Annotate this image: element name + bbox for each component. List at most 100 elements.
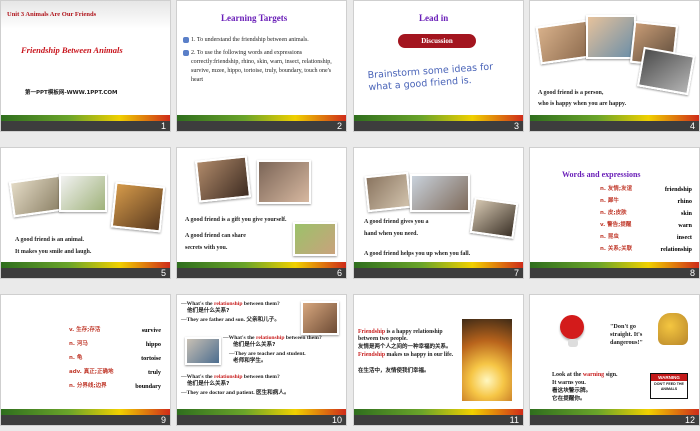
tiger-photo (110, 181, 166, 233)
slide-7[interactable]: A good friend gives you a hand when you … (354, 148, 523, 278)
friendship-sentence-1-zh: 友情是两个人之间的一种幸福的关系。 (358, 344, 452, 350)
slide-line-1: A good friend is a gift you give yoursel… (185, 217, 287, 223)
slide-line-2: hand when you need. (364, 231, 419, 237)
slide-1[interactable]: Unit 3 Animals Are Our Friends Friendshi… (1, 1, 170, 131)
warning-line-4: 它在提醒你。 (552, 396, 586, 402)
word-zh: n. 关系;关联 (600, 246, 633, 252)
slide-line-2: A good friend can share (185, 233, 246, 239)
slide-footer-bar: 5 (1, 268, 170, 278)
slide-footer-bar: 4 (530, 121, 699, 131)
slide-10[interactable]: —What's the relationship between them? 他… (177, 295, 346, 425)
slide-footer-bar: 12 (530, 415, 699, 425)
slide-footer-watermark: 第一PPT模板网-WWW.1PPT.COM (25, 90, 118, 96)
friends-photo (257, 160, 311, 204)
answer-3: —They are doctor and patient. 医生和病人。 (181, 390, 290, 396)
brainstorm-prompt: Brainstorm some ideas for what a good fr… (367, 61, 494, 94)
slide-footer-bar: 11 (354, 415, 523, 425)
slide-title: Friendship Between Animals (21, 45, 123, 55)
slide-number: 9 (160, 415, 166, 425)
slide-number: 1 (160, 121, 166, 131)
slide-line-3: A good friend helps you up when you fall… (364, 251, 471, 257)
target-point-1: 1. To understand the friendship between … (191, 37, 309, 43)
slide-footer-bar: 10 (177, 415, 346, 425)
target-point-2: 2. To use the following words and expres… (191, 50, 332, 83)
question-3-zh: 他们是什么关系? (187, 381, 230, 387)
slide-number: 7 (513, 268, 519, 278)
answer-2: —They are teacher and student. (229, 351, 306, 357)
slide-footer-bar: 3 (354, 121, 523, 131)
slide-footer-bar: 2 (177, 121, 346, 131)
slide-3[interactable]: Lead in Discussion Brainstorm some ideas… (354, 1, 523, 131)
question-3: —What's the relationship between them? (181, 374, 280, 380)
question-1-zh: 他们是什么关系? (187, 308, 230, 314)
dog-cat-photo (8, 174, 66, 218)
word-zh: n. 河马 (69, 341, 88, 347)
slide-number: 8 (689, 268, 695, 278)
slide-line-1: A good friend is a person, (538, 90, 604, 96)
slide-number: 4 (689, 121, 695, 131)
slide-5[interactable]: A good friend is an animal. It makes you… (1, 148, 170, 278)
answer-2-zh: 老师和学生。 (233, 358, 267, 364)
warning-line-2: It warns you. (552, 380, 586, 386)
sunset-friends-photo (462, 319, 512, 401)
slide-number: 5 (160, 268, 166, 278)
slide-number: 6 (336, 268, 342, 278)
slide-title: Lead in (419, 13, 449, 23)
slide-title: Learning Targets (221, 13, 288, 23)
slide-line-3: secrets with you. (185, 245, 228, 251)
slide-number: 10 (331, 415, 342, 425)
megaphone-icon (658, 313, 688, 345)
slide-title: Words and expressions (562, 170, 641, 179)
slide-subtitle: Unit 3 Animals Are Our Friends (7, 11, 97, 18)
warning-quote: "Don't go straight. It's dangerous!" (610, 323, 643, 346)
slide-number: 12 (684, 415, 695, 425)
slide-footer-bar: 9 (1, 415, 170, 425)
slide-number: 11 (509, 415, 519, 425)
couple-photo (194, 155, 252, 203)
slide-2[interactable]: Learning Targets 1. To understand the fr… (177, 1, 346, 131)
answer-1: —They are father and son. 父亲和儿子。 (181, 317, 280, 323)
slide-8[interactable]: Words and expressions friendship n. 友情;友谊… (530, 148, 699, 278)
slide-line-1: A good friend is an animal. (15, 237, 85, 243)
word-zh: n. 昆虫 (600, 234, 619, 240)
question-2: —What's the relationship between them? (223, 335, 322, 341)
friends-photo (586, 15, 636, 59)
friendship-sentence-2: Friendship makes us happy in our life. (358, 352, 454, 358)
slide-9[interactable]: survive v. 生存;存活 hippo n. 河马 tortoise n. 龟 … (1, 295, 170, 425)
slide-4[interactable]: A good friend is a person, who is happy … (530, 1, 699, 131)
warning-line-3: 看这块警示牌。 (552, 388, 592, 394)
word-list: friendship n. 友情;友谊 rhino n. 犀牛 skin n. 皮;皮… (542, 186, 692, 266)
warning-sign-text: DON'T FEED THE ANIMALS (654, 382, 684, 391)
bullet-icon (183, 37, 189, 43)
stop-sign-figure (560, 315, 584, 339)
warning-line-1: Look at the warning sign. (552, 372, 618, 378)
friendship-sentence-1: Friendship is a happy relationship betwe… (358, 329, 443, 342)
word-zh: adv. 真正;正确地 (69, 369, 114, 375)
discussion-button[interactable]: Discussion (398, 34, 476, 48)
slide-11[interactable]: Friendship is a happy relationship betwe… (354, 295, 523, 425)
friendship-sentence-2-zh: 在生活中，友情使我们幸福。 (358, 368, 430, 374)
word-zh: n. 龟 (69, 355, 83, 361)
word-zh: v. 警告;提醒 (600, 222, 632, 228)
word-zh: n. 犀牛 (600, 198, 619, 204)
figure-icon (568, 339, 578, 347)
slide-number: 3 (513, 121, 519, 131)
slide-footer-bar: 1 (1, 121, 170, 131)
kids-photo (293, 222, 337, 256)
slide-12[interactable]: "Don't go straight. It's dangerous!" Loo… (530, 295, 699, 425)
climbing-photo (364, 171, 412, 213)
teacher-student-photo (185, 337, 221, 365)
question-1: —What's the relationship between them? (181, 301, 280, 307)
warning-sign: WARNING DON'T FEED THE ANIMALS (650, 373, 688, 399)
dog-photo (59, 174, 107, 212)
slide-footer-bar: 7 (354, 268, 523, 278)
word-zh: n. 友情;友谊 (600, 186, 633, 192)
slide-6[interactable]: A good friend is a gift you give yoursel… (177, 148, 346, 278)
warning-sign-header: WARNING (651, 374, 687, 381)
silhouette-photo (469, 197, 519, 239)
question-2-zh: 他们是什么关系? (233, 342, 276, 348)
slide-line-2: who is happy when you are happy. (538, 101, 627, 107)
helping-hand-photo (410, 174, 470, 212)
word-list: survive v. 生存;存活 hippo n. 河马 tortoise n. 龟 … (11, 327, 161, 407)
slide-line-1: A good friend gives you a (364, 219, 429, 225)
